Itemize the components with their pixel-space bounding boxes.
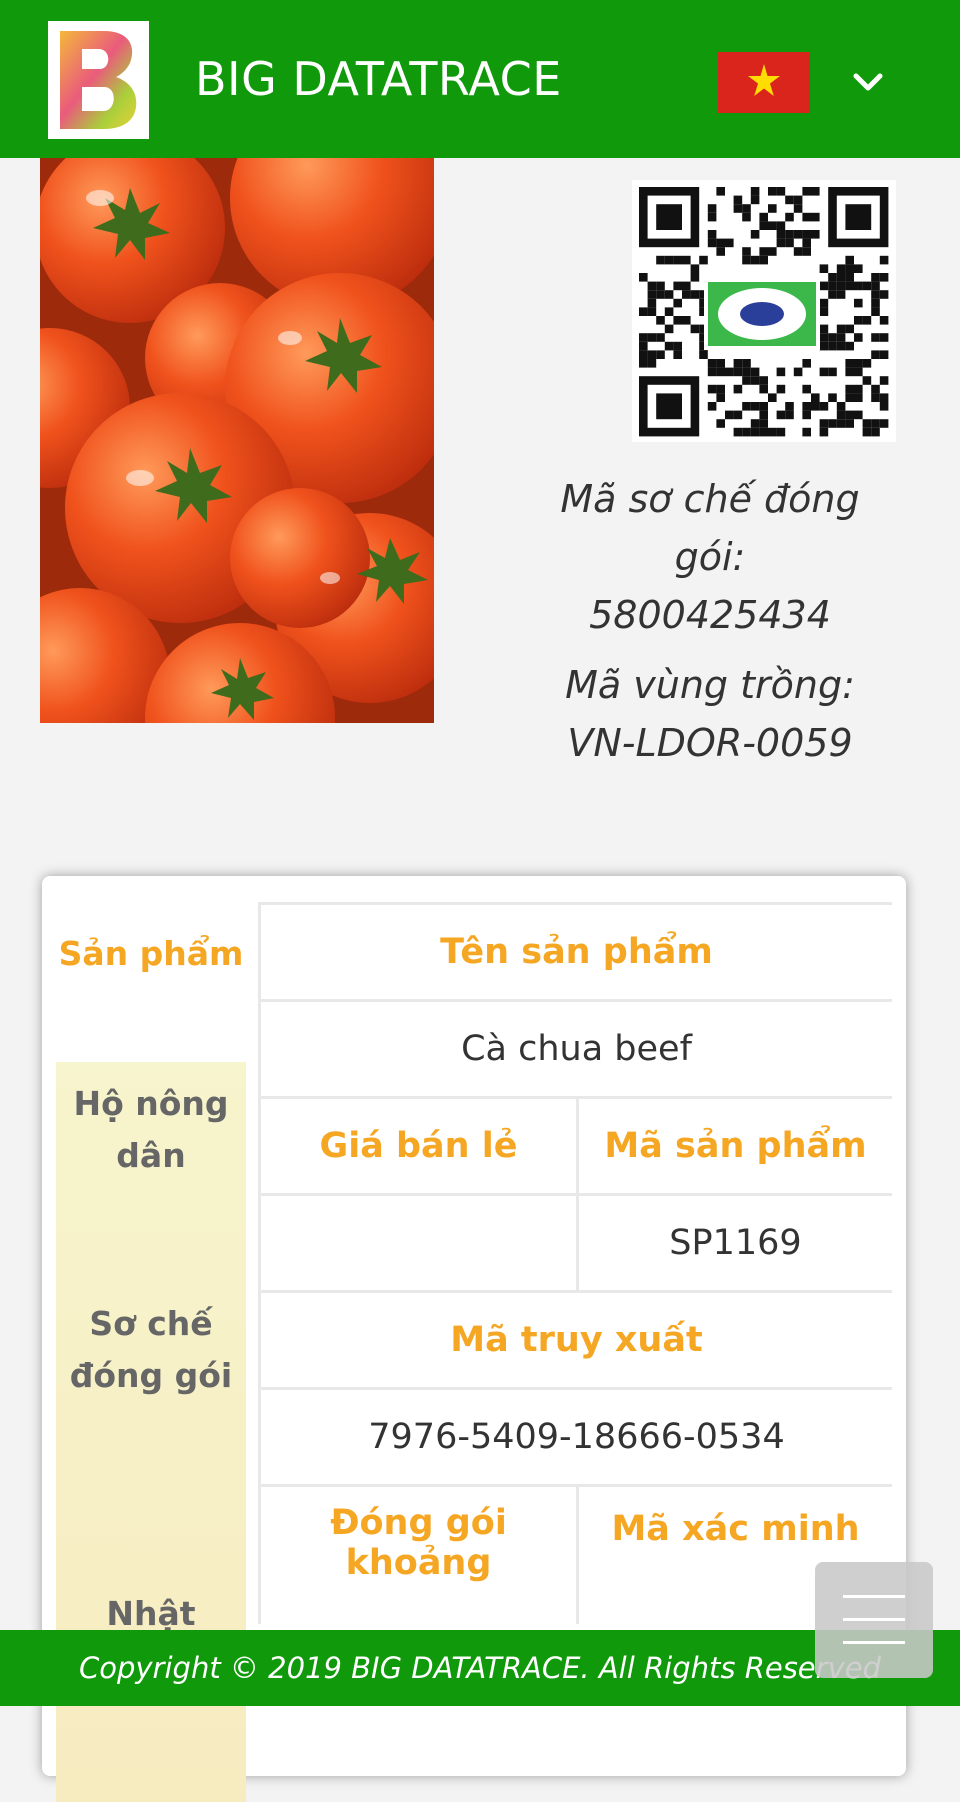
trace-code-value: 7976-5409-18666-0534: [258, 1387, 892, 1484]
packed-header: Đóng gói khoảng: [258, 1484, 576, 1624]
product-image: [40, 158, 434, 723]
retail-price-header: Giá bán lẻ: [258, 1096, 576, 1193]
logo-b-icon: [60, 31, 137, 129]
logo[interactable]: [48, 21, 149, 139]
tab-product[interactable]: Sản phẩm: [56, 902, 246, 1062]
qr-code[interactable]: [632, 180, 896, 442]
product-code-header: Mã sản phẩm: [576, 1096, 892, 1193]
product-code-value: SP1169: [576, 1193, 892, 1290]
product-codes: Mã sơ chế đóng gói: 5800425434 Mã vùng t…: [520, 470, 900, 772]
growing-area-value: VN-LDOR-0059: [567, 721, 853, 765]
packing-code-label: Mã sơ chế đóng gói:: [560, 477, 860, 579]
product-name-header: Tên sản phẩm: [258, 902, 892, 999]
retail-price-value: [258, 1193, 576, 1290]
growing-area-label: Mã vùng trồng:: [565, 663, 855, 707]
top-header: BIG DATATRACE: [0, 0, 960, 158]
tab-packing[interactable]: Sơ chế đóng gói: [56, 1298, 246, 1402]
vietnam-flag-icon[interactable]: [718, 52, 810, 113]
hamburger-menu-icon[interactable]: [815, 1562, 933, 1678]
chevron-down-icon[interactable]: [850, 68, 886, 98]
product-name-value: Cà chua beef: [258, 999, 892, 1096]
packing-code-value: 5800425434: [589, 593, 831, 637]
brand-title[interactable]: BIG DATATRACE: [195, 52, 562, 106]
trace-code-header: Mã truy xuất: [258, 1290, 892, 1387]
tab-farmer[interactable]: Hộ nông dân: [56, 1078, 246, 1182]
